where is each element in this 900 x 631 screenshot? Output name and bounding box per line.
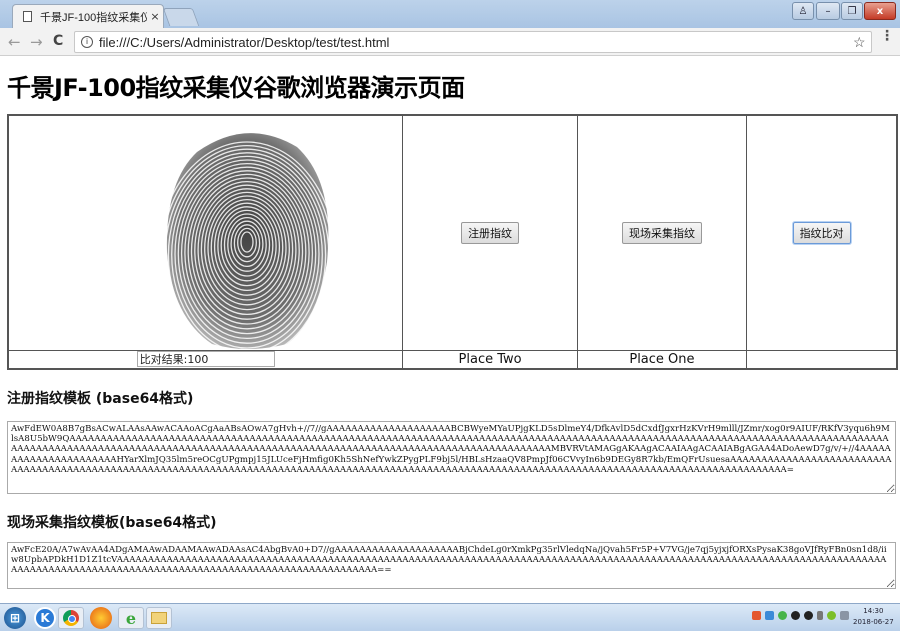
tab-title: 千景JF-100指纹采集仪谷: [40, 11, 147, 24]
browser-tab[interactable]: 千景JF-100指纹采集仪谷 ×: [12, 4, 164, 28]
empty-cell: [746, 349, 898, 370]
clock-time: 14:30: [863, 607, 884, 615]
register-fingerprint-button[interactable]: 注册指纹: [461, 221, 520, 244]
register-template-textarea[interactable]: AwFdEW0A8B7gBsACwALAAsAAwACAAoACgAaABsAO…: [7, 421, 896, 494]
minimize-button[interactable]: –: [816, 2, 840, 20]
qq-icon[interactable]: [791, 611, 800, 620]
result-cell: [7, 349, 404, 370]
live-template-textarea[interactable]: AwFcE20A/A7wAvAA4ADgAMAAwADAAMAAwADAAsAC…: [7, 542, 896, 589]
fingerprint-image: [157, 133, 337, 349]
qq-icon-2[interactable]: [804, 611, 813, 620]
register-cell: 注册指纹: [402, 114, 578, 351]
page-title: 千景JF-100指纹采集仪谷歌浏览器演示页面: [7, 74, 465, 102]
compare-result-input[interactable]: [136, 351, 275, 368]
url-text[interactable]: file:///C:/Users/Administrator/Desktop/t…: [99, 35, 853, 50]
fingerprint-table: 注册指纹 现场采集指纹 指纹比对 Place Two Place One: [7, 114, 898, 370]
register-template-heading: 注册指纹模板 (base64格式): [7, 391, 194, 407]
window-titlebar: 千景JF-100指纹采集仪谷 × ♙ – ❐ x: [0, 0, 900, 28]
tab-close-icon[interactable]: ×: [147, 10, 163, 23]
maximize-button[interactable]: ❐: [841, 2, 863, 20]
close-window-button[interactable]: x: [864, 2, 896, 20]
place-two-cell: Place Two: [402, 349, 578, 370]
chrome-icon[interactable]: [58, 607, 84, 629]
system-tray: [752, 611, 849, 620]
volume-icon[interactable]: [817, 611, 823, 620]
capture-cell: 现场采集指纹: [576, 114, 748, 351]
compare-fingerprint-button[interactable]: 指纹比对: [792, 221, 851, 244]
tray-app-icon[interactable]: [765, 611, 774, 620]
profile-icon[interactable]: ♙: [792, 2, 814, 20]
clock-date: 2018-06-27: [853, 618, 894, 626]
taskbar: ⊞ K e 14:30 2018-06-27: [0, 603, 900, 631]
wechat-icon[interactable]: [778, 611, 787, 620]
back-icon[interactable]: ←: [8, 33, 21, 51]
compare-cell: 指纹比对: [746, 114, 898, 351]
bookmark-star-icon[interactable]: ☆: [853, 34, 871, 51]
ie-icon[interactable]: e: [118, 607, 144, 629]
forward-icon[interactable]: →: [30, 33, 43, 51]
k-app-icon[interactable]: K: [34, 607, 56, 629]
reload-icon[interactable]: C: [53, 33, 63, 49]
capture-fingerprint-button[interactable]: 现场采集指纹: [621, 221, 702, 244]
network-icon[interactable]: [827, 611, 836, 620]
page-content: 千景JF-100指纹采集仪谷歌浏览器演示页面 注册指纹 现场采集指纹 指纹比对 …: [0, 57, 900, 603]
address-bar[interactable]: i file:///C:/Users/Administrator/Desktop…: [74, 31, 872, 53]
browser-toolbar: ← → C i file:///C:/Users/Administrator/D…: [0, 28, 900, 56]
sogou-icon[interactable]: [752, 611, 761, 620]
page-icon: [23, 11, 32, 22]
firefox-icon[interactable]: [90, 607, 112, 629]
info-icon[interactable]: i: [81, 36, 93, 48]
start-button-icon[interactable]: ⊞: [4, 607, 26, 629]
place-one-cell: Place One: [576, 349, 748, 370]
fingerprint-image-cell: [7, 114, 404, 351]
explorer-folder-icon[interactable]: [146, 607, 172, 629]
new-tab-button[interactable]: [162, 8, 200, 26]
live-template-heading: 现场采集指纹模板(base64格式): [7, 515, 217, 531]
menu-icon[interactable]: ⋮: [880, 29, 894, 43]
clock[interactable]: 14:30 2018-06-27: [853, 606, 894, 628]
display-icon[interactable]: [840, 611, 849, 620]
